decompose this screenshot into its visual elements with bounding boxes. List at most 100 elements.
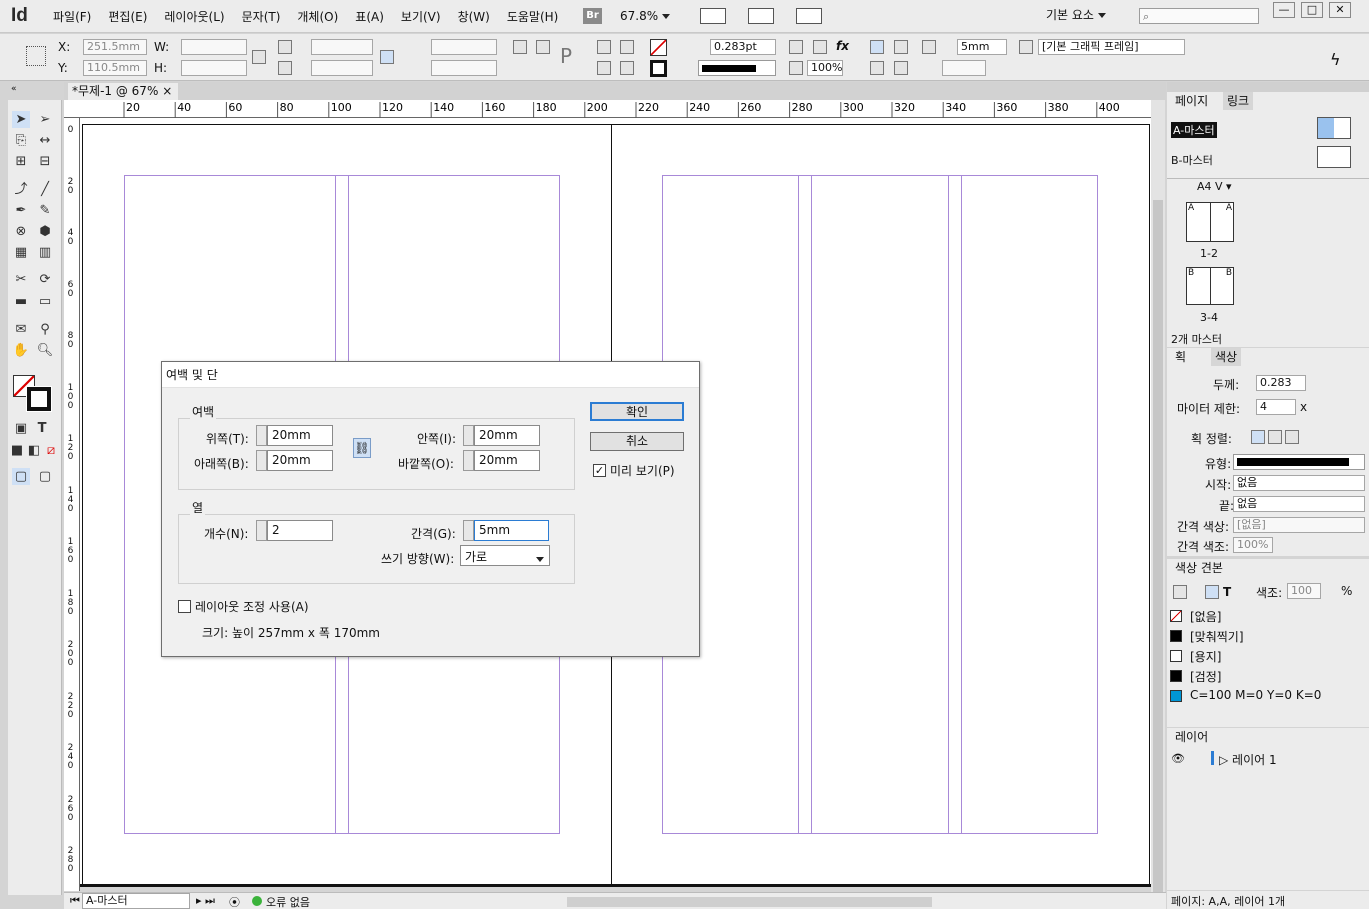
normal-mode-icon[interactable]: ▢	[12, 468, 30, 485]
align-outside-icon[interactable]	[1285, 430, 1299, 444]
rotation-field[interactable]	[431, 39, 497, 55]
text-wrap-none-icon[interactable]	[870, 40, 884, 54]
h-field[interactable]	[181, 60, 247, 76]
flip-horizontal-icon[interactable]	[597, 40, 611, 54]
outside-field[interactable]: 20mm	[474, 450, 540, 471]
container-format-icon[interactable]	[1205, 585, 1219, 599]
ok-button[interactable]: 확인	[590, 402, 684, 421]
minimize-button[interactable]: —	[1273, 2, 1295, 18]
reference-point-icon[interactable]	[26, 46, 46, 66]
zoom-level[interactable]: 67.8%	[620, 9, 670, 23]
pen-tool-icon[interactable]: ✒	[12, 202, 30, 219]
formatting-container-icon[interactable]: ▣	[12, 420, 30, 437]
tab-pages[interactable]: 페이지	[1171, 92, 1213, 110]
menu-layout[interactable]: 레이아웃(L)	[164, 8, 224, 25]
layer-item[interactable]: ▷ 레이어 1	[1219, 751, 1277, 768]
stroke-swatch-icon[interactable]	[650, 60, 667, 77]
count-stepper[interactable]	[256, 520, 267, 541]
scale-y-icon[interactable]	[278, 61, 292, 75]
type-on-path-icon[interactable]: ⤴	[12, 181, 30, 198]
top-stepper[interactable]	[256, 425, 267, 446]
gradient-feather-tool-icon[interactable]: ▭	[36, 293, 54, 310]
scale-x-field[interactable]	[311, 39, 373, 55]
shadow-icon[interactable]	[813, 40, 827, 54]
menu-table[interactable]: 표(A)	[355, 8, 384, 25]
preflight-icon[interactable]: ⦿	[229, 894, 240, 909]
page-size-select[interactable]: A4 V ▾	[1197, 180, 1232, 193]
gradient-swatch-tool-icon[interactable]: ▬	[12, 293, 30, 310]
spread-1-thumbnail[interactable]: A A	[1186, 202, 1234, 242]
constrain-proportions-icon[interactable]	[252, 50, 266, 64]
menu-edit[interactable]: 편집(E)	[108, 8, 147, 25]
text-wrap-jump-icon[interactable]	[894, 61, 908, 75]
next-page-icon[interactable]: ▸ ⏭	[196, 894, 215, 908]
pencil-tool-icon[interactable]: ✎	[36, 202, 54, 219]
shear-field[interactable]	[431, 60, 497, 76]
link-margins-icon[interactable]: ⛓	[353, 438, 371, 458]
rotate-ccw-icon[interactable]	[536, 40, 550, 54]
outside-stepper[interactable]	[463, 450, 474, 471]
preview-checkbox[interactable]: ✓	[593, 464, 606, 477]
spread-2-thumbnail[interactable]: B B	[1186, 267, 1234, 305]
bottom-stepper[interactable]	[256, 450, 267, 471]
page-tool-icon[interactable]: ⎘	[12, 132, 30, 149]
master-b-thumbnail[interactable]	[1317, 146, 1351, 168]
inside-stepper[interactable]	[463, 425, 474, 446]
close-window-button[interactable]: ✕	[1329, 2, 1351, 18]
x-field[interactable]: 251.5mm	[83, 39, 147, 55]
gap-color-select[interactable]: [없음]	[1233, 517, 1365, 533]
eyedropper-tool-icon[interactable]: ⚲	[36, 321, 54, 338]
paragraph-p-icon[interactable]: P	[560, 44, 572, 68]
first-page-icon[interactable]: ⏮	[70, 894, 80, 908]
opacity-field[interactable]: 100%	[807, 60, 843, 76]
inside-field[interactable]: 20mm	[474, 425, 540, 446]
select-container-icon[interactable]	[620, 40, 634, 54]
screen-mode-icon[interactable]	[748, 8, 774, 24]
stroke-type-select[interactable]	[698, 60, 776, 76]
count-field[interactable]: 2	[267, 520, 333, 541]
drop-shadow-icon[interactable]	[789, 40, 803, 54]
hand-tool-icon[interactable]: ✋	[12, 342, 30, 359]
menu-view[interactable]: 보기(V)	[401, 8, 441, 25]
gutter-field[interactable]: 5mm	[474, 520, 549, 541]
object-style-select[interactable]: [기본 그래픽 프레임]	[1038, 39, 1185, 55]
eye-icon[interactable]: 👁︎	[1171, 752, 1185, 765]
effects-fx-icon[interactable]: fx	[836, 39, 849, 53]
workspace-switcher[interactable]: 기본 요소	[1046, 6, 1106, 23]
preflight-status[interactable]: 오류 없음	[266, 894, 310, 909]
vertical-scrollbar[interactable]	[1151, 100, 1165, 900]
content-placer-icon[interactable]: ⊟	[36, 153, 54, 170]
menu-type[interactable]: 문자(T)	[242, 8, 281, 25]
align-center-icon[interactable]	[1251, 430, 1265, 444]
tab-stroke[interactable]: 획	[1171, 348, 1190, 366]
align-inside-icon[interactable]	[1268, 430, 1282, 444]
close-icon[interactable]: ×	[162, 84, 172, 98]
apply-none-icon[interactable]: ⧄	[42, 442, 60, 459]
rotate-cw-icon[interactable]	[513, 40, 527, 54]
gap-tint-field[interactable]: 100%	[1233, 537, 1273, 553]
bottom-field[interactable]: 20mm	[267, 450, 333, 471]
note-tool-icon[interactable]: ✉	[12, 321, 30, 338]
gap-tool-icon[interactable]: ↔	[36, 132, 54, 149]
maximize-button[interactable]: □	[1301, 2, 1323, 18]
stroke-weight-field[interactable]: 0.283pt	[710, 39, 776, 55]
text-wrap-shape-icon[interactable]	[870, 61, 884, 75]
menu-file[interactable]: 파일(F)	[53, 8, 91, 25]
bridge-button[interactable]: Br	[583, 8, 602, 24]
apply-color-icon[interactable]: ■	[8, 442, 26, 459]
flip-vertical-icon[interactable]	[597, 61, 611, 75]
y-field[interactable]: 110.5mm	[83, 60, 147, 76]
document-tab[interactable]: *무제-1 @ 67% ×	[68, 83, 178, 100]
offset-icon[interactable]	[922, 40, 936, 54]
tab-layers[interactable]: 레이어	[1171, 728, 1212, 746]
ellipse-frame-tool-icon[interactable]: ⊗	[12, 223, 30, 240]
master-a[interactable]: A-마스터	[1171, 122, 1217, 138]
scissors-tool-icon[interactable]: ✂	[12, 271, 30, 288]
content-collector-icon[interactable]: ⊞	[12, 153, 30, 170]
tint-field[interactable]: 100	[1287, 583, 1321, 599]
view-options-icon[interactable]	[700, 8, 726, 24]
corner-shape-select[interactable]	[942, 60, 986, 76]
lightning-icon[interactable]: ϟ	[1330, 50, 1341, 69]
end-select[interactable]: 없음	[1233, 496, 1365, 512]
menu-object[interactable]: 개체(O)	[297, 8, 338, 25]
